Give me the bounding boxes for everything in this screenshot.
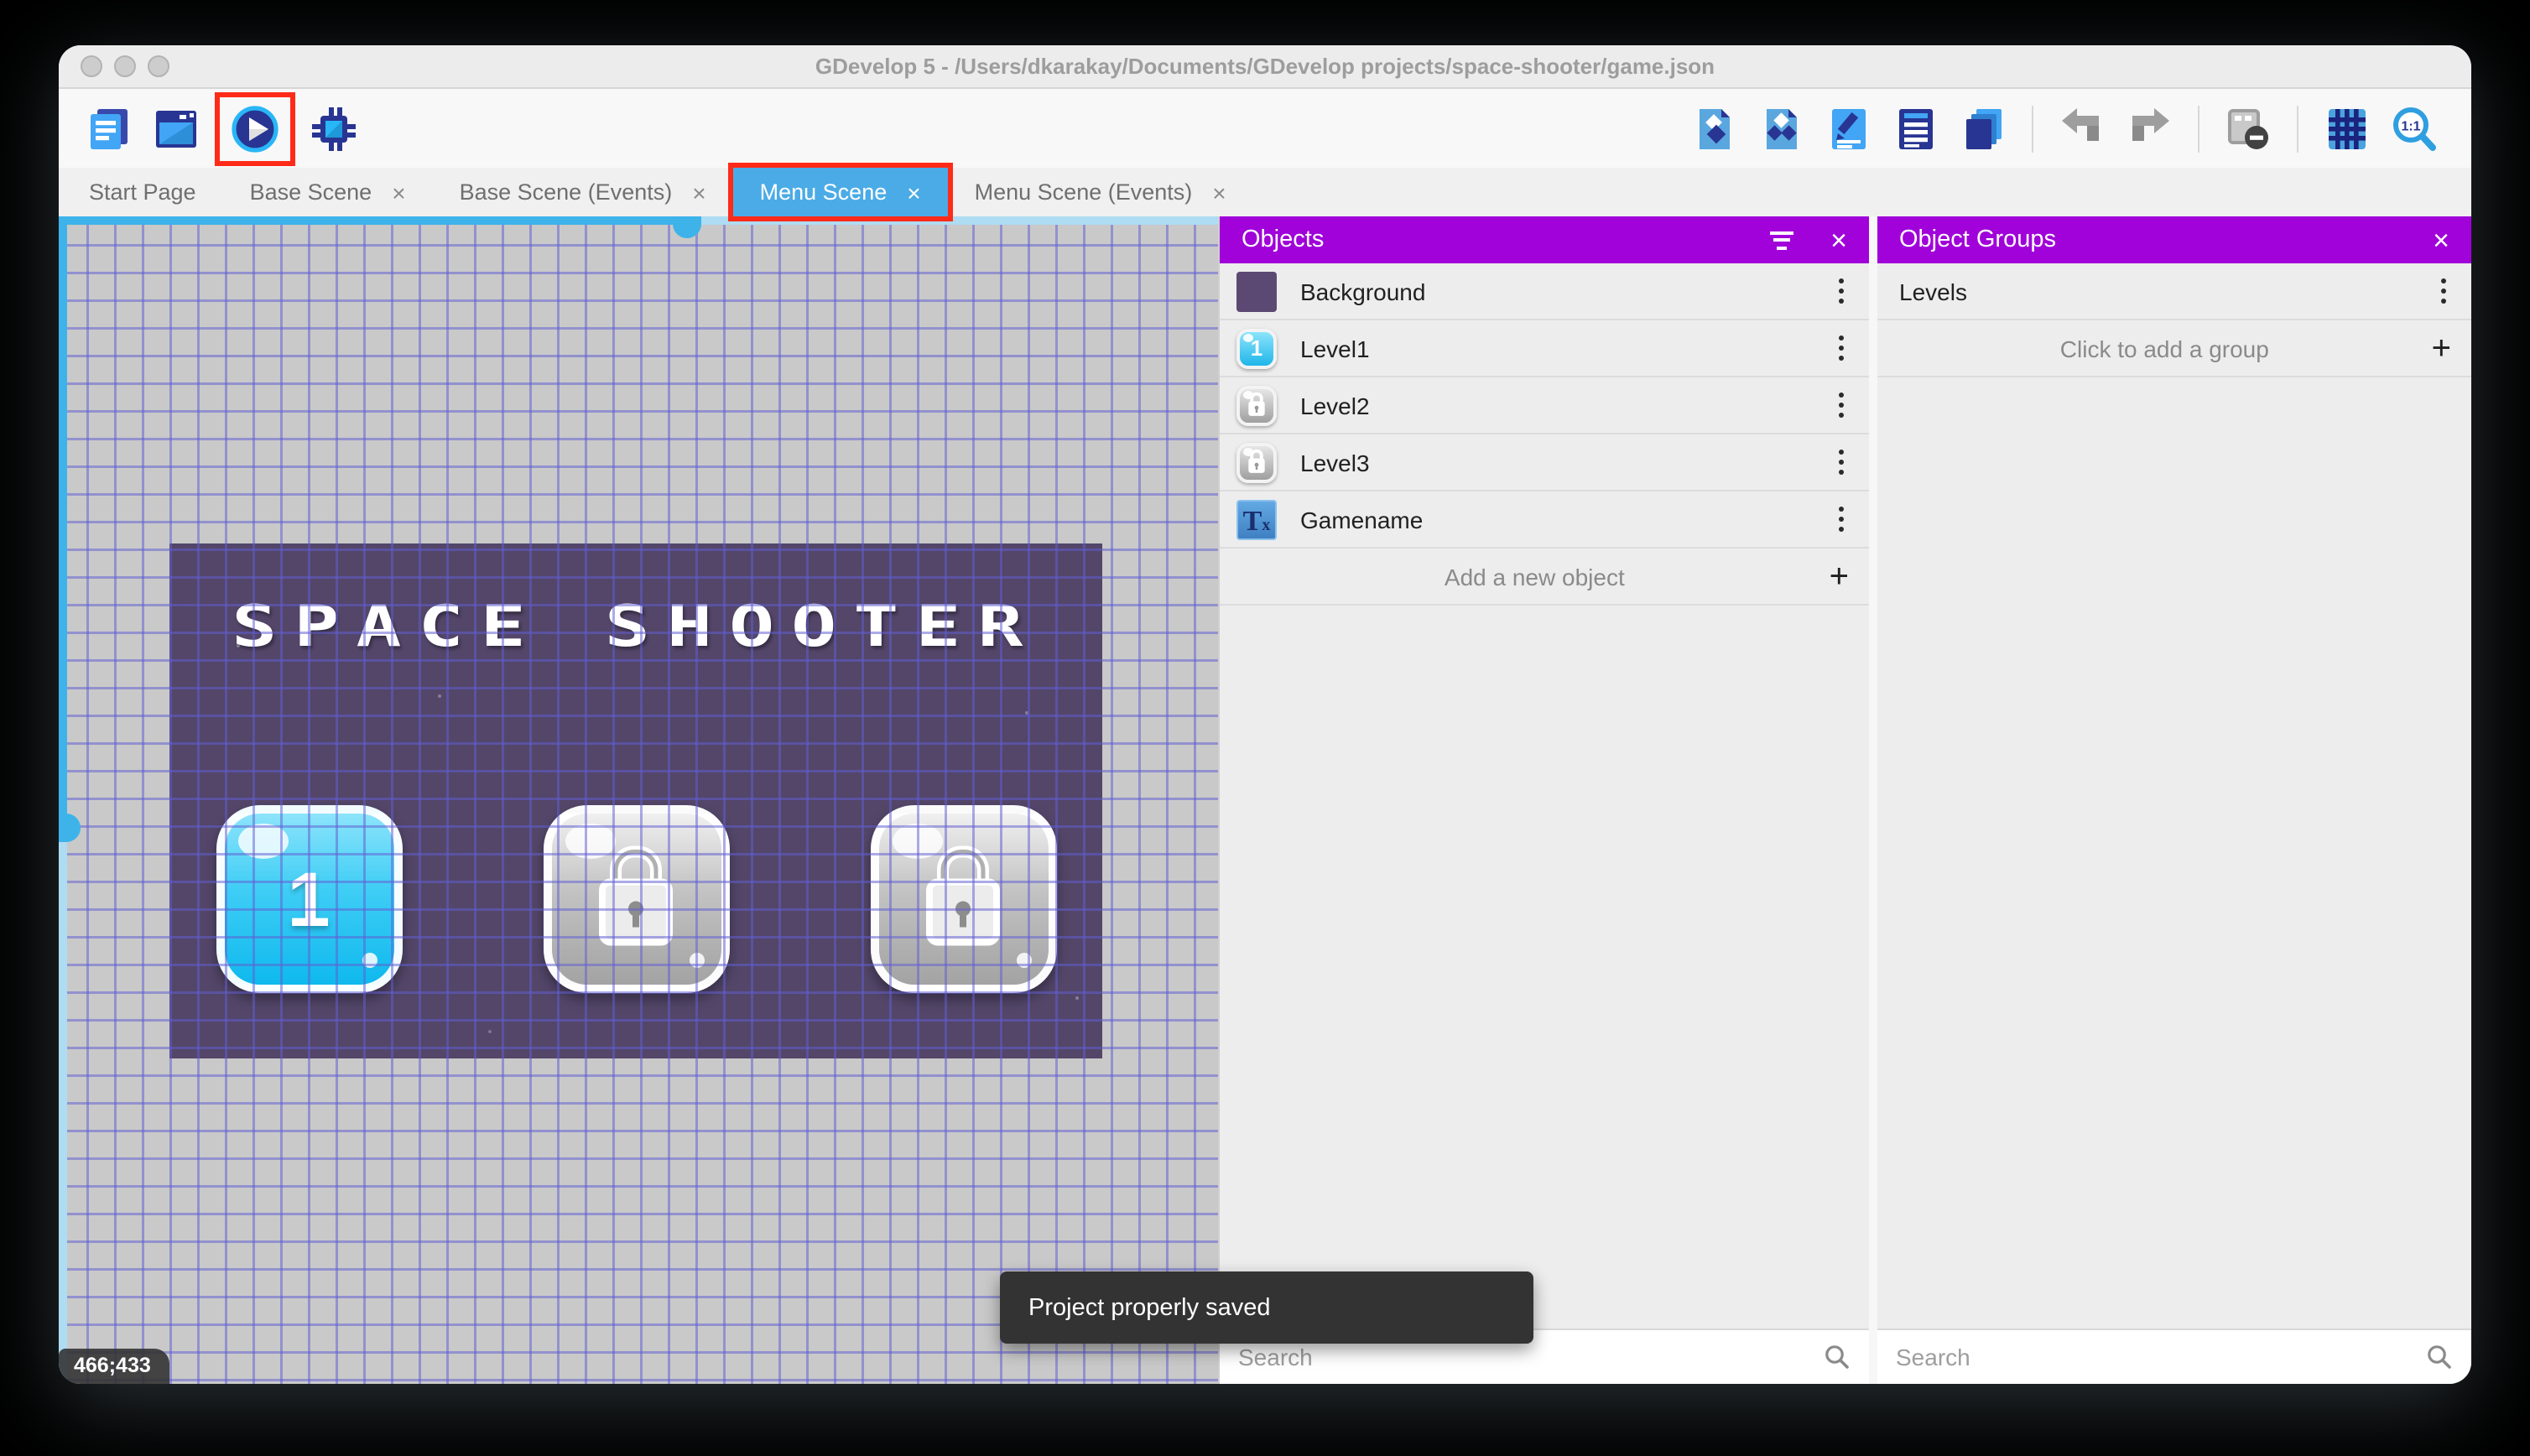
close-tab-icon[interactable]: × [392,180,405,204]
project-manager-icon[interactable] [81,100,138,157]
toolbar-separator [2032,105,2033,152]
level-buttons-row: 1 [169,805,1102,993]
kebab-menu-icon[interactable] [1830,329,1852,368]
objects-panel-icon[interactable] [1686,100,1743,157]
close-tab-icon[interactable]: × [1212,180,1226,204]
close-icon[interactable]: × [1830,226,1847,254]
gdevelop-window: GDevelop 5 - /Users/dkarakay/Documents/G… [59,45,2471,1384]
vertical-scrollbar[interactable] [59,216,81,1384]
screenshot-stage: GDevelop 5 - /Users/dkarakay/Documents/G… [0,0,2530,1456]
grid-icon[interactable] [2319,100,2376,157]
lock-icon [1248,391,1265,415]
play-icon[interactable] [226,100,284,157]
object-row-level2[interactable]: Level2 [1220,377,1869,434]
toolbar-separator [2297,105,2298,152]
main-area: SPACE SHOOTER 1 466;433 Objects × Backgr… [59,216,2471,1384]
svg-text:1:1: 1:1 [2401,119,2420,133]
groups-panel-header: Object Groups × [1877,216,2471,263]
level2-button-locked[interactable] [543,805,729,993]
properties-icon[interactable] [1820,100,1877,157]
level1-button[interactable]: 1 [216,805,402,993]
toolbar-separator [2198,105,2199,152]
tab-bar: Start Page Base Scene × Base Scene (Even… [59,163,2471,221]
panel-divider [1869,216,1877,1384]
close-icon[interactable]: × [2433,226,2449,254]
plus-icon: + [2431,330,2451,367]
horizontal-scrollbar[interactable] [59,216,1218,238]
background-thumbnail [1236,271,1277,311]
object-groups-panel-icon[interactable] [1753,100,1810,157]
zoom-1-1-icon[interactable]: 1:1 [2386,100,2443,157]
groups-panel-empty-space [1877,377,2471,1329]
toolbar-right: 1:1 [1681,100,2448,157]
object-row-background[interactable]: Background [1220,263,1869,320]
h-scroll-thumb[interactable] [673,216,701,238]
object-groups-panel: Object Groups × Levels Click to add a gr… [1877,216,2471,1384]
tab-menu-scene-events[interactable]: Menu Scene (Events) × [948,168,1253,216]
lock-icon [926,845,1000,946]
add-object-row[interactable]: Add a new object + [1220,549,1869,606]
kebab-menu-icon[interactable] [1830,386,1852,425]
close-tab-icon[interactable]: × [907,180,920,204]
filter-icon[interactable] [1770,231,1794,249]
object-row-gamename[interactable]: Tx Gamename [1220,491,1869,549]
kebab-menu-icon[interactable] [2432,272,2455,311]
scene-editor-icon[interactable] [148,100,205,157]
tab-start-page[interactable]: Start Page [62,168,223,216]
lock-icon [1248,448,1265,472]
window-title: GDevelop 5 - /Users/dkarakay/Documents/G… [815,54,1715,79]
toolbar-left [75,91,367,165]
objects-panel: Objects × Background 1 Level1 Level2 Lev… [1218,216,1869,1384]
objects-panel-header: Objects × [1220,216,1869,263]
object-row-level1[interactable]: 1 Level1 [1220,320,1869,377]
toast-message: Project properly saved [1028,1294,1271,1321]
close-tab-icon[interactable]: × [692,180,705,204]
cursor-coordinates-badge: 466;433 [59,1349,169,1384]
play-annotation-box [215,91,295,165]
kebab-menu-icon[interactable] [1830,272,1852,311]
groups-search-row [1877,1329,2471,1384]
groups-search-input[interactable] [1896,1344,2426,1370]
groups-panel-title: Object Groups [1899,226,2056,253]
objects-panel-empty-space [1220,606,1869,1329]
window-mask-icon[interactable] [2220,100,2277,157]
level3-thumbnail [1236,442,1277,482]
group-row-levels[interactable]: Levels [1877,263,2471,320]
objects-search-input[interactable] [1238,1344,1824,1370]
v-scroll-thumb[interactable] [59,814,81,842]
level2-thumbnail [1236,385,1277,425]
level1-thumbnail: 1 [1236,328,1277,368]
lock-icon [599,845,673,946]
tab-base-scene[interactable]: Base Scene × [223,168,433,216]
tab-menu-scene[interactable]: Menu Scene × [727,163,953,221]
text-object-thumbnail: Tx [1236,499,1277,539]
layers-icon[interactable] [1955,100,2012,157]
undo-icon[interactable] [2054,100,2111,157]
search-icon [2428,1345,2451,1369]
tab-base-scene-events[interactable]: Base Scene (Events) × [433,168,733,216]
objects-panel-title: Objects [1242,226,1325,253]
toolbar: 1:1 [59,89,2471,168]
add-group-row[interactable]: Click to add a group + [1877,320,2471,377]
redo-icon[interactable] [2121,100,2178,157]
kebab-menu-icon[interactable] [1830,443,1852,482]
scene-editor-canvas[interactable]: SPACE SHOOTER 1 466;433 [59,216,1218,1384]
save-toast: Project properly saved [1000,1271,1533,1344]
kebab-menu-icon[interactable] [1830,500,1852,539]
object-row-level3[interactable]: Level3 [1220,434,1869,491]
titlebar: GDevelop 5 - /Users/dkarakay/Documents/G… [59,45,2471,89]
debug-icon[interactable] [305,100,362,157]
search-icon [1825,1345,1849,1369]
scene-preview: SPACE SHOOTER 1 [169,543,1102,1058]
level3-button-locked[interactable] [870,805,1056,993]
plus-icon: + [1829,558,1849,595]
instances-list-icon[interactable] [1887,100,1944,157]
game-title-text[interactable]: SPACE SHOOTER [113,595,1158,660]
